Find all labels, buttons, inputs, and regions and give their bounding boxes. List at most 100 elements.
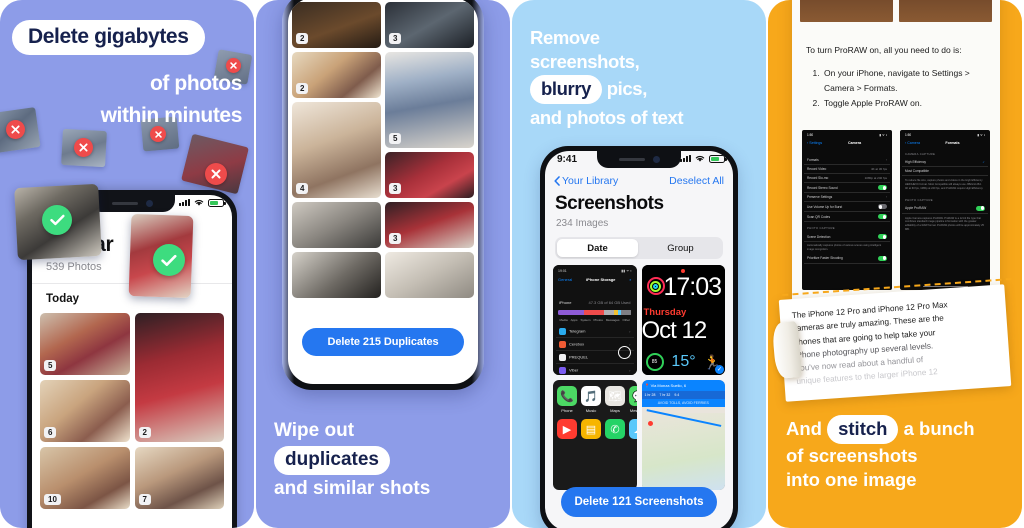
settings-row[interactable]: High Efficiency ✓ <box>902 158 988 168</box>
settings-row[interactable]: Record Slo-mo 1080p at 240 fps <box>804 174 890 184</box>
settings-row[interactable]: Most Compatible <box>902 167 988 177</box>
photo-count-badge: 4 <box>296 183 309 194</box>
notch <box>597 151 681 168</box>
camera-nav-back[interactable]: ‹ Settings <box>807 141 822 145</box>
maps-destination-bar: 📍 Via Monza Suello, 6 <box>641 380 725 391</box>
panel4-headline-pill: stitch <box>827 414 899 444</box>
cellular-signal-icon <box>179 198 190 207</box>
panel2-headline-line3: and similar shots <box>274 478 431 500</box>
camera-status-time: 1:50 <box>807 133 814 138</box>
maps-canvas[interactable] <box>641 409 725 490</box>
toggle-switch[interactable] <box>878 234 887 240</box>
photo-count-badge: 6 <box>44 427 57 438</box>
storage-app-row[interactable]: Viber › <box>556 364 634 375</box>
screenshot-settings-formats[interactable]: 1:50 ▮ ᯤ ▪ ‹ Camera Formats CAMERA CAPTU… <box>900 130 990 291</box>
settings-row-proraw[interactable]: Apple ProRAW <box>902 204 988 214</box>
photo-cell[interactable]: 3 <box>385 202 474 248</box>
screenshot-settings-camera[interactable]: 1:50 ▮ ᯤ ▪ ‹ Settings Camera Formats › Re… <box>802 130 892 291</box>
battery-icon <box>208 198 226 207</box>
settings-row[interactable]: Record Video 4K at 30 fps <box>804 165 890 175</box>
photo-cell[interactable]: 2 <box>134 313 224 442</box>
camera-nav: ‹ Settings Camera <box>804 138 890 148</box>
screenshot-apple-watch[interactable]: 17:03 Thursday Oct 12 85 15° 🏃 ✓ <box>641 265 725 375</box>
chevron-left-icon <box>554 176 560 186</box>
photo-cell[interactable]: 6 <box>40 380 130 442</box>
app-tile[interactable]: ✆ <box>605 419 625 439</box>
sort-segmented-control[interactable]: Date Group <box>555 237 723 259</box>
photo-cell[interactable]: 3 <box>385 152 474 198</box>
row-label: Record Stereo Sound <box>807 185 838 190</box>
settings-row[interactable]: Use Volume Up for Burst <box>804 202 890 213</box>
app-tile[interactable]: 🎵 Music <box>581 386 601 413</box>
toggle-switch[interactable] <box>878 214 887 220</box>
photo-cell[interactable] <box>385 252 474 298</box>
app-tile[interactable]: ☁ <box>629 419 637 439</box>
photo-cell[interactable]: 3 <box>385 2 474 48</box>
legend-item: Apps <box>570 318 578 322</box>
panel4-headline-line3: into one image <box>786 468 917 490</box>
photo-cell[interactable]: 5 <box>40 313 130 375</box>
panel2-headline-line1: Wipe out <box>274 419 355 441</box>
storage-usage-bar <box>558 310 632 315</box>
storage-nav-title: iPhone Storage <box>586 277 616 282</box>
maps-destination: Via Monza Suello, 6 <box>650 383 687 388</box>
panel-wipe-out-duplicates: 2 3 2 5 4 3 3 Delete 215 Duplicates Wipe… <box>256 0 510 528</box>
panel3-headline-line4: and photos of text <box>530 107 684 129</box>
activity-rings-icon <box>646 277 665 295</box>
toggle-switch[interactable] <box>878 255 887 261</box>
formats-section-label-2: PHOTO CAPTURE <box>905 197 933 202</box>
photo-cell[interactable]: 2 <box>292 52 381 98</box>
paper-curl <box>771 320 803 380</box>
storage-app-row[interactable]: Telegram › <box>556 325 634 338</box>
photo-cell[interactable]: 4 <box>292 102 381 198</box>
storage-legend: Media Apps System Photos Messages Other <box>556 318 634 322</box>
app-tile[interactable]: 🗺 Maps <box>605 386 625 413</box>
storage-nav-back[interactable]: General <box>558 277 572 282</box>
app-name: PREQUEL <box>569 354 589 360</box>
screenshot-home-dock[interactable]: 📞 Phone 🎵 Music 🗺 Maps 💬 Messages ▶ ▤ ✆ ☁ <box>553 380 637 490</box>
photo-cell[interactable]: 2 <box>292 2 381 48</box>
delete-screenshots-button[interactable]: Delete 121 Screenshots <box>561 487 717 517</box>
photo-cell[interactable]: 10 <box>40 447 130 509</box>
photo-count-badge: 7 <box>138 494 151 505</box>
toggle-switch[interactable] <box>878 185 887 191</box>
panel4-stitched-note: The iPhone 12 Pro and iPhone 12 Pro Max … <box>778 284 1012 402</box>
formats-note: To reduce file size, capture photos and … <box>905 179 984 190</box>
settings-row[interactable]: Formats › <box>804 156 890 166</box>
app-tile[interactable]: ▶ <box>557 419 577 439</box>
earpiece-speaker <box>618 158 645 161</box>
screenshot-maps-route[interactable]: 📍 Via Monza Suello, 6 1 hr 28 7 hr 32 9.… <box>641 380 725 490</box>
screenshot-iphone-storage[interactable]: 19:01 ▮▮ ᯤ ▪ General iPhone Storage ⌕ iP… <box>553 265 637 375</box>
app-label: Messages <box>629 408 637 413</box>
photo-cell[interactable] <box>292 202 381 248</box>
panel2-headline: Wipe out duplicates and similar shots <box>274 419 430 502</box>
formats-nav-back[interactable]: ‹ Camera <box>905 141 920 145</box>
app-tile[interactable]: 📞 Phone <box>557 386 577 413</box>
app-tile[interactable]: 💬 Messages <box>629 386 637 413</box>
settings-row[interactable]: Preserve Settings › <box>804 193 890 203</box>
settings-row[interactable]: Scan QR Codes <box>804 212 890 223</box>
photo-cell[interactable]: 5 <box>385 52 474 148</box>
article-photo-strip <box>792 0 1000 22</box>
settings-row[interactable]: Record Stereo Sound <box>804 183 890 194</box>
app-tile[interactable]: ▤ <box>581 419 601 439</box>
photo-count-badge: 3 <box>389 33 402 44</box>
formats-nav-title: Formats <box>945 141 960 146</box>
settings-row[interactable]: Prioritize Faster Shooting <box>804 254 890 264</box>
toggle-switch[interactable] <box>878 204 887 210</box>
photo-count-badge: 2 <box>296 33 309 44</box>
photo-cell[interactable] <box>292 252 381 298</box>
settings-row[interactable]: Scene Detection <box>804 232 890 243</box>
segment-group[interactable]: Group <box>640 239 721 257</box>
search-icon[interactable]: ⌕ <box>629 277 631 282</box>
deselect-all-button[interactable]: Deselect All <box>669 175 724 187</box>
row-label: Record Slo-mo <box>807 176 829 181</box>
watch-date: Oct 12 <box>641 317 708 344</box>
toggle-switch[interactable] <box>976 205 985 211</box>
app-name: Cerebox <box>569 341 585 347</box>
back-to-library-button[interactable]: Your Library <box>554 175 618 187</box>
segment-date[interactable]: Date <box>557 239 638 257</box>
selection-circle-icon[interactable] <box>617 346 631 359</box>
photo-cell[interactable]: 7 <box>134 447 224 509</box>
delete-duplicates-button[interactable]: Delete 215 Duplicates <box>302 328 464 356</box>
